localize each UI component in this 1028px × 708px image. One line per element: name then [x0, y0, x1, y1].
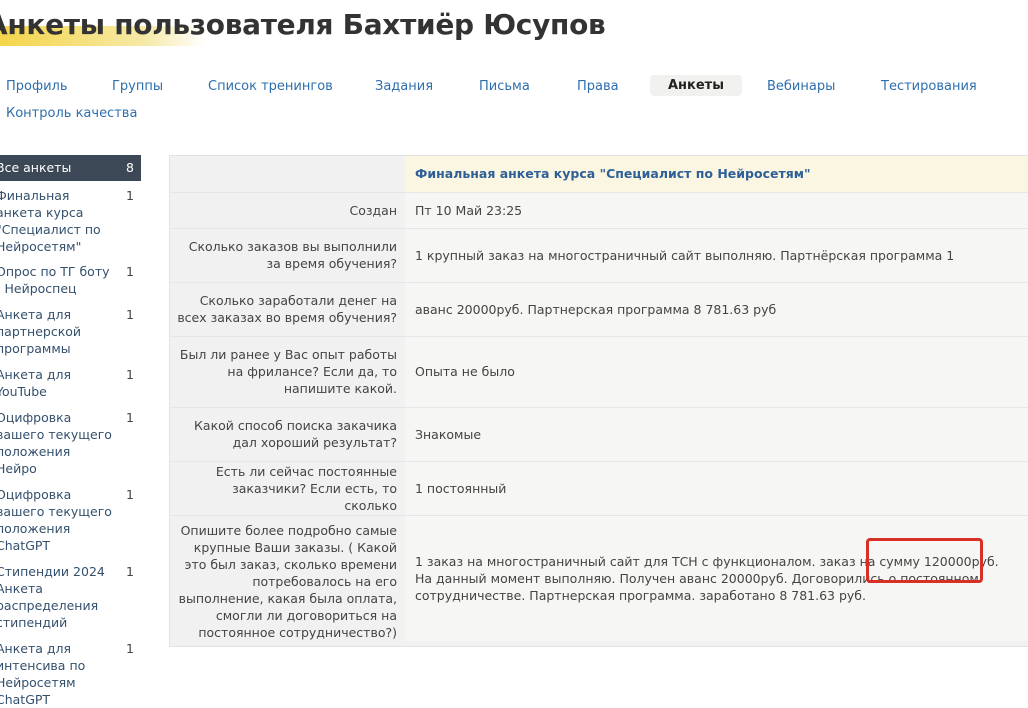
sidebar-item[interactable]: Анкета для YouTube 1: [0, 366, 141, 400]
table-row: Был ли ранее у Вас опыт работы на фрилан…: [170, 335, 1028, 407]
table-row: Есть ли сейчас постоянные заказчики? Есл…: [170, 460, 1028, 515]
sidebar-item-all[interactable]: Все анкеты 8: [0, 155, 141, 181]
table-row: Сколько заработали денег на всех заказах…: [170, 281, 1028, 336]
answer-cell: Опыта не было: [405, 335, 1028, 407]
sidebar-item-count: 1: [126, 188, 134, 203]
tab-profile[interactable]: Профиль: [6, 79, 68, 94]
tab-rights[interactable]: Права: [577, 79, 619, 94]
sidebar-item[interactable]: Опрос по ТГ боту - Нейроспец 1: [0, 263, 141, 297]
question-cell: Создан: [170, 191, 405, 228]
sidebar-item-count: 1: [126, 264, 134, 279]
answer-cell: аванс 20000руб. Партнерская программа 8 …: [405, 281, 1028, 336]
sidebar-item-count: 1: [126, 307, 134, 322]
table-row: Создан Пт 10 Май 23:25: [170, 191, 1028, 228]
sidebar-item-label: Опрос по ТГ боту - Нейроспец: [0, 264, 110, 296]
sidebar-item-label: Финальная анкета курса "Специалист по Не…: [0, 188, 101, 254]
tab-forms[interactable]: Анкеты: [650, 75, 742, 96]
tab-trainings[interactable]: Список тренингов: [208, 79, 333, 94]
answer-cell: Знакомые: [405, 406, 1028, 461]
table-row: Какой способ поиска закачика дал хороший…: [170, 406, 1028, 461]
forms-sidebar: Все анкеты 8 Финальная анкета курса "Спе…: [0, 155, 141, 708]
table-row: Сколько заказов вы выполнили за время об…: [170, 227, 1028, 282]
question-cell: Сколько заказов вы выполнили за время об…: [170, 227, 405, 282]
sidebar-item[interactable]: Финальная анкета курса "Специалист по Не…: [0, 187, 141, 255]
sidebar-item-label: Анкета для YouTube: [0, 367, 72, 399]
question-cell: Сколько заработали денег на всех заказах…: [170, 281, 405, 336]
sidebar-item-count: 1: [126, 367, 134, 382]
sidebar-item-label: Все анкеты: [0, 160, 72, 175]
tab-tasks[interactable]: Задания: [375, 79, 433, 94]
sidebar-item[interactable]: Стипендии 2024 Анкета распределения стип…: [0, 563, 141, 631]
question-cell: Был ли ранее у Вас опыт работы на фрилан…: [170, 335, 405, 407]
sidebar-item-label: Анкета для интенсива по Нейросетям ChatG…: [0, 641, 86, 707]
tab-groups[interactable]: Группы: [112, 79, 163, 94]
question-cell: Есть ли сейчас постоянные заказчики? Есл…: [170, 460, 405, 515]
question-cell: Опишите более подробно самые крупные Ваш…: [170, 514, 405, 641]
sidebar-item-count: 8: [126, 160, 134, 175]
sidebar-item-count: 1: [126, 564, 134, 579]
sidebar-item[interactable]: Анкета для интенсива по Нейросетям ChatG…: [0, 640, 141, 708]
sidebar-item[interactable]: Анкета для партнерской программы 1: [0, 306, 141, 357]
form-title: Финальная анкета курса "Специалист по Не…: [405, 156, 1028, 192]
question-cell: Какой способ поиска закачика дал хороший…: [170, 406, 405, 461]
highlight-annotation-box: [866, 538, 983, 583]
sidebar-item[interactable]: Оцифровка вашего текущего положения Chat…: [0, 486, 141, 554]
answer-cell: Пт 10 Май 23:25: [405, 191, 1028, 228]
sidebar-item-label: Оцифровка вашего текущего положения Chat…: [0, 487, 112, 553]
sidebar-item-label: Анкета для партнерской программы: [0, 307, 82, 356]
tab-quality-control[interactable]: Контроль качества: [6, 106, 137, 121]
sidebar-item-count: 1: [126, 487, 134, 502]
sidebar-item[interactable]: Оцифровка вашего текущего положения Нейр…: [0, 409, 141, 477]
tab-webinars[interactable]: Вебинары: [767, 79, 835, 94]
sidebar-item-label: Оцифровка вашего текущего положения Нейр…: [0, 410, 112, 476]
page-title: Анкеты пользователя Бахтиёр Юсупов: [0, 8, 606, 41]
tab-tests[interactable]: Тестирования: [881, 79, 977, 94]
tab-letters[interactable]: Письма: [479, 79, 530, 94]
sidebar-item-count: 1: [126, 410, 134, 425]
answer-cell: 1 постоянный: [405, 460, 1028, 515]
form-title-row: Финальная анкета курса "Специалист по Не…: [170, 156, 1028, 192]
sidebar-item-label: Стипендии 2024 Анкета распределения стип…: [0, 564, 105, 630]
sidebar-item-count: 1: [126, 641, 134, 656]
answer-cell: 1 крупный заказ на многостраничный сайт …: [405, 227, 1028, 282]
